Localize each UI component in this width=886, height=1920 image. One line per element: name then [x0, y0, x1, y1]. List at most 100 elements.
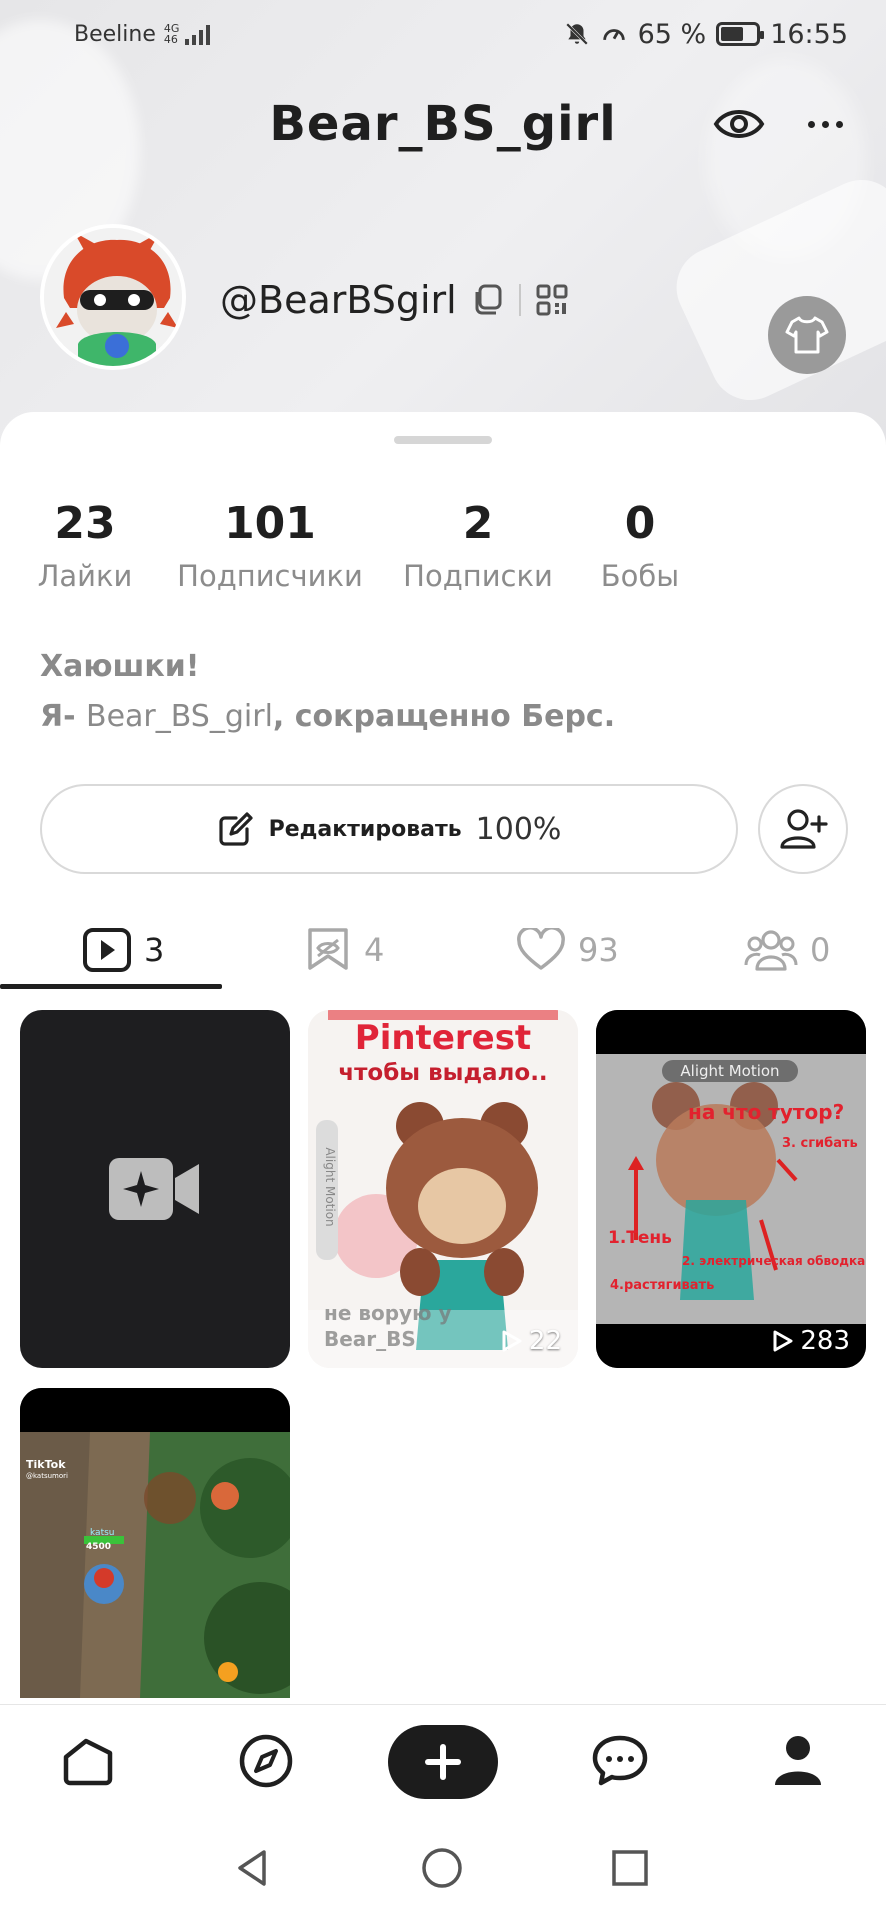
more-options-button[interactable]	[798, 102, 852, 146]
status-bar: Beeline 4G 46 65 % 16:55	[0, 0, 886, 68]
copy-icon[interactable]	[471, 283, 505, 317]
bio-prefix: Я-	[40, 699, 86, 734]
nav-home[interactable]	[58, 1731, 118, 1791]
username-handle: @BearBSgirl	[220, 278, 457, 322]
home-icon	[63, 1738, 113, 1786]
carrier-name: Beeline	[74, 21, 156, 47]
nav-messages[interactable]	[590, 1731, 650, 1791]
tile-overlay-subtitle: чтобы выдало..	[338, 1060, 548, 1086]
back-icon[interactable]	[232, 1846, 276, 1890]
group-icon	[744, 930, 798, 971]
stat-likes[interactable]: 23 Лайки	[30, 496, 140, 598]
tab-count: 3	[144, 931, 165, 969]
play-icon	[83, 928, 131, 972]
bio-suffix: , сокращенно Берс.	[272, 699, 616, 734]
video-camera-icon	[109, 1158, 199, 1220]
bottom-nav	[0, 1704, 886, 1816]
tile-caption-line-2: Bear_BS	[324, 1327, 416, 1351]
bio-line-1: Хаюшки!	[40, 649, 200, 684]
tile-label-4: 4.растягивать	[610, 1278, 715, 1293]
signal-icon	[185, 23, 211, 45]
battery-icon	[716, 22, 765, 46]
clock: 16:55	[770, 18, 848, 50]
edit-icon	[218, 812, 253, 846]
stat-value: 101	[224, 498, 316, 549]
tab-saved[interactable]: 4	[304, 902, 384, 998]
video-tile[interactable]: Pinterest чтобы выдало.. Alight Motion н…	[308, 1010, 578, 1368]
avatar[interactable]	[40, 224, 186, 370]
stat-followers[interactable]: 101 Подписчики	[170, 496, 370, 598]
stats-row: 23 Лайки 101 Подписчики 2 Подписки 0 Боб…	[0, 496, 886, 606]
play-outline-icon	[773, 1330, 793, 1352]
stat-value: 2	[462, 498, 494, 549]
add-user-icon	[780, 809, 828, 849]
outfit-button[interactable]	[768, 296, 846, 374]
chat-icon	[592, 1735, 648, 1786]
tile-overlay-question: на что тутор?	[688, 1100, 845, 1124]
stat-beans[interactable]: 0 Бобы	[592, 496, 688, 598]
qr-code-icon[interactable]	[535, 283, 569, 317]
add-friend-button[interactable]	[758, 784, 848, 874]
dot	[821, 120, 829, 128]
tab-collabs[interactable]: 0	[744, 902, 830, 998]
stat-label: Лайки	[37, 559, 133, 593]
heart-icon	[517, 928, 565, 970]
create-video-tile[interactable]	[20, 1010, 290, 1368]
network-type: 4G 46	[164, 23, 180, 45]
create-button[interactable]	[388, 1725, 498, 1799]
nav-discover[interactable]	[236, 1731, 296, 1791]
view-count-value: 283	[800, 1326, 850, 1356]
tab-count: 0	[810, 931, 831, 969]
video-thumbnail	[20, 1388, 290, 1698]
tile-label-2: 2. электрическая обводка	[682, 1254, 866, 1268]
dot	[807, 120, 815, 128]
bio: Хаюшки! Я- Bear_BS_girl, сокращенно Берс…	[40, 642, 615, 742]
stat-label: Подписчики	[177, 559, 363, 593]
tile-label-1: 1.Тень	[608, 1228, 672, 1248]
stat-label: Подписки	[403, 559, 553, 593]
tiktok-user: @katsumori	[26, 1472, 68, 1480]
divider	[518, 284, 521, 316]
speedometer-icon	[602, 29, 625, 40]
video-tile[interactable]: Alight Motion на что тутор? 1.Тень 2. эл…	[596, 1010, 866, 1368]
handle-row: @BearBSgirl	[220, 272, 569, 328]
carrier-info: Beeline 4G 46	[74, 21, 211, 47]
system-nav-bar	[0, 1816, 886, 1920]
compass-icon	[239, 1734, 293, 1788]
nav-profile[interactable]	[768, 1731, 828, 1791]
recents-icon[interactable]	[608, 1846, 652, 1890]
tile-label-3: 3. сгибать	[782, 1136, 858, 1151]
network-type-bottom: 46	[163, 33, 178, 46]
plus-icon	[425, 1744, 461, 1780]
tab-count: 4	[364, 931, 385, 969]
profile-sheet: 23 Лайки 101 Подписчики 2 Подписки 0 Боб…	[0, 412, 886, 1920]
active-tab-indicator	[0, 984, 222, 989]
play-outline-icon	[502, 1330, 522, 1352]
home-circle-icon[interactable]	[420, 1846, 464, 1890]
view-count-value: 22	[528, 1326, 562, 1356]
mute-bell-icon	[565, 23, 588, 45]
stat-label: Бобы	[600, 559, 680, 593]
tab-liked[interactable]: 93	[516, 902, 619, 998]
bookmark-icon	[308, 928, 348, 970]
tile-overlay-caption: не ворую у Bear_BS	[324, 1300, 452, 1352]
tile-watermark: Alight Motion	[323, 1147, 337, 1227]
view-as-visitor-button[interactable]	[712, 102, 766, 146]
drag-handle[interactable]	[394, 436, 492, 444]
video-tile[interactable]: TikTok @katsumori katsu 4500	[20, 1388, 290, 1698]
eye-icon	[713, 110, 765, 138]
title-row: Bear_BS_girl	[0, 86, 886, 162]
edit-profile-label: Редактировать	[268, 816, 462, 842]
game-player-label: katsu	[90, 1528, 115, 1538]
game-score: 4500	[86, 1542, 112, 1552]
tiktok-watermark: TikTok	[26, 1458, 66, 1471]
view-count: 283	[772, 1326, 850, 1356]
profile-icon	[775, 1736, 821, 1785]
stat-value: 0	[624, 498, 656, 549]
bio-name: Bear_BS_girl	[86, 699, 273, 734]
edit-profile-button[interactable]: Редактировать 100%	[40, 784, 738, 874]
stat-following[interactable]: 2 Подписки	[396, 496, 560, 598]
tile-watermark: Alight Motion	[662, 1060, 798, 1082]
profile-completion: 100%	[475, 811, 562, 847]
tile-overlay-title: Pinterest	[354, 1018, 532, 1058]
